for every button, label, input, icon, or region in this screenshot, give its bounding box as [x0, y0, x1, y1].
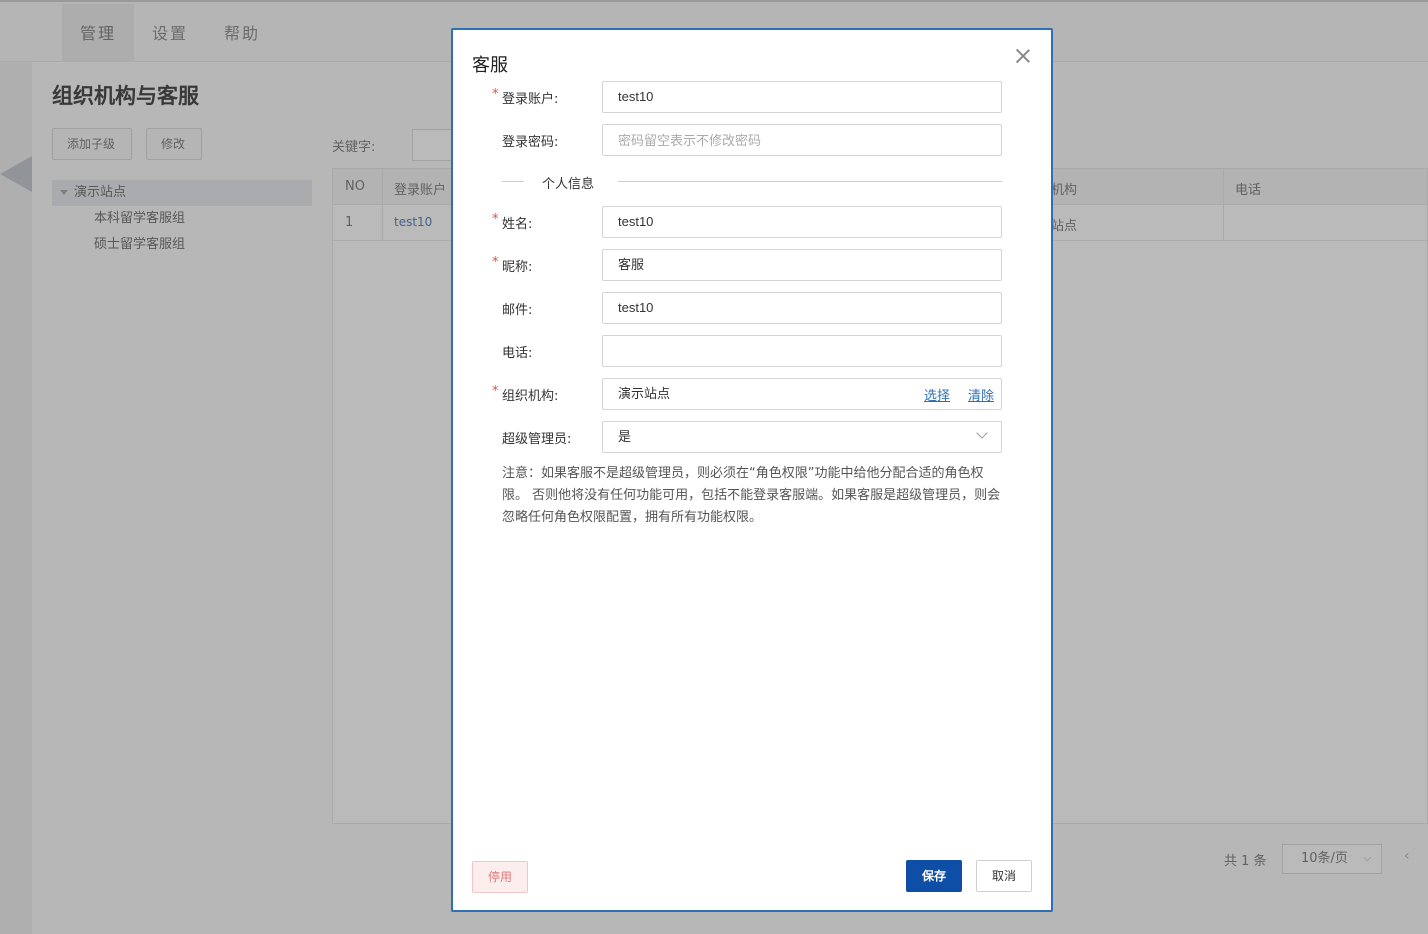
org-value: 演示站点 — [618, 386, 671, 401]
nickname-input[interactable]: 客服 — [602, 249, 1002, 281]
phone-input[interactable] — [602, 335, 1002, 367]
super-admin-select[interactable]: 是 — [602, 421, 1002, 453]
form-row-account: * 登录账户: test10 — [453, 81, 1053, 113]
org-clear-link[interactable]: 清除 — [968, 385, 994, 404]
super-admin-label: 超级管理员: — [502, 432, 572, 447]
name-label: 姓名: — [502, 217, 533, 232]
staff-dialog: 客服 * 登录账户: test10 登录密码: 个人信息 * 姓名: test1… — [451, 28, 1053, 912]
required-mark: * — [492, 212, 499, 227]
divider-line — [502, 181, 524, 182]
form-row-name: * 姓名: test10 — [453, 206, 1053, 238]
org-label: 组织机构: — [502, 389, 559, 404]
nickname-label: 昵称: — [502, 260, 533, 275]
save-button[interactable]: 保存 — [906, 860, 962, 892]
section-divider: 个人信息 — [502, 173, 1002, 192]
dialog-title: 客服 — [472, 55, 508, 76]
form-row-password: 登录密码: — [453, 124, 1053, 156]
account-label: 登录账户: — [502, 92, 559, 107]
required-mark: * — [492, 87, 499, 102]
password-input[interactable] — [602, 124, 1002, 156]
disable-button[interactable]: 停用 — [472, 861, 528, 893]
org-select-link[interactable]: 选择 — [924, 385, 950, 404]
form-row-nickname: * 昵称: 客服 — [453, 249, 1053, 281]
admin-note: 注意：如果客服不是超级管理员，则必须在“角色权限”功能中给他分配合适的角色权限。… — [502, 466, 1001, 525]
divider-line — [618, 181, 1002, 182]
form-row-phone: 电话: — [453, 335, 1053, 367]
required-mark: * — [492, 384, 499, 399]
required-mark: * — [492, 255, 499, 270]
form-row-email: 邮件: test10 — [453, 292, 1053, 324]
form-row-super-admin: 超级管理员: 是 — [453, 421, 1053, 453]
close-icon[interactable] — [1015, 48, 1031, 64]
password-label: 登录密码: — [502, 135, 559, 150]
account-input[interactable]: test10 — [602, 81, 1002, 113]
email-label: 邮件: — [502, 303, 533, 318]
section-title: 个人信息 — [542, 177, 595, 192]
name-input[interactable]: test10 — [602, 206, 1002, 238]
cancel-button[interactable]: 取消 — [976, 860, 1032, 892]
email-input[interactable]: test10 — [602, 292, 1002, 324]
phone-label: 电话: — [502, 346, 533, 361]
form-row-org: * 组织机构: 演示站点 选择 清除 — [453, 378, 1053, 410]
